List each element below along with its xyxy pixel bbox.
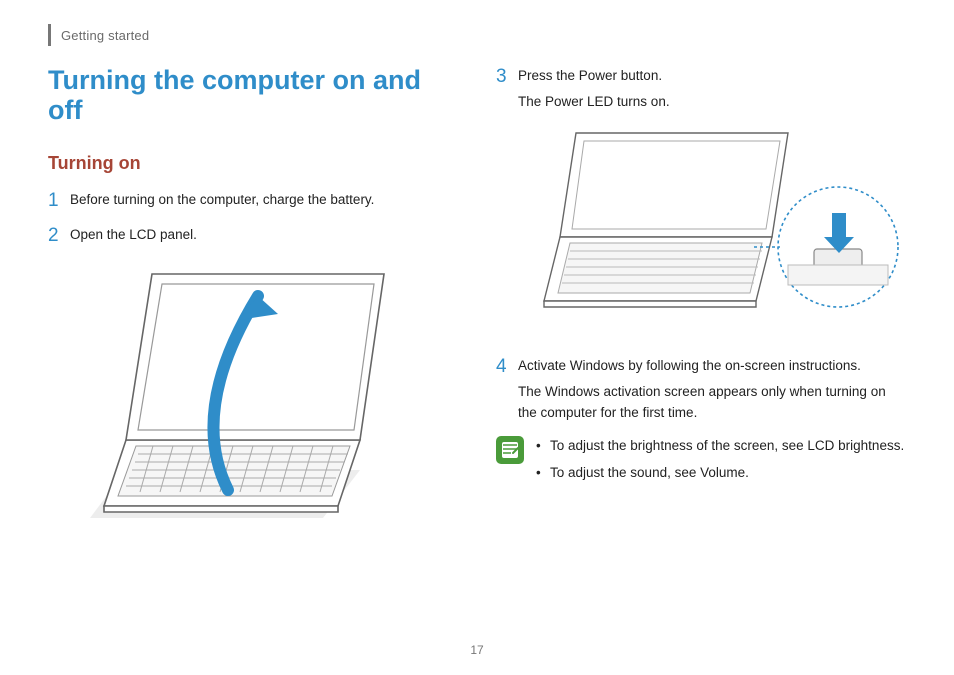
section-label: Getting started — [61, 28, 149, 43]
step-1: 1 Before turning on the computer, charge… — [48, 190, 456, 213]
step-body: Press the Power button. The Power LED tu… — [518, 66, 670, 113]
step-2: 2 Open the LCD panel. — [48, 225, 456, 248]
step-body: Activate Windows by following the on-scr… — [518, 356, 906, 424]
step-4: 4 Activate Windows by following the on-s… — [496, 356, 906, 424]
step-number: 3 — [496, 66, 518, 89]
figure-open-lid — [78, 260, 456, 525]
step-text: Press the Power button. — [518, 66, 670, 86]
note-list: To adjust the brightness of the screen, … — [536, 436, 904, 490]
figure-power-button — [516, 127, 906, 332]
step-number: 1 — [48, 190, 70, 213]
manual-page: Getting started Turning the computer on … — [0, 0, 954, 675]
step-3: 3 Press the Power button. The Power LED … — [496, 66, 906, 113]
step-text: Activate Windows by following the on-scr… — [518, 356, 906, 376]
page-number: 17 — [0, 643, 954, 657]
step-number: 4 — [496, 356, 518, 379]
note-block: To adjust the brightness of the screen, … — [496, 436, 906, 490]
page-title: Turning the computer on and off — [48, 66, 456, 125]
step-number: 2 — [48, 225, 70, 248]
step-text: Before turning on the computer, charge t… — [70, 190, 374, 210]
step-extra-text: The Windows activation screen appears on… — [518, 382, 906, 424]
step-text: Open the LCD panel. — [70, 225, 197, 245]
laptop-open-lid-illustration — [78, 260, 408, 520]
two-column-layout: Turning the computer on and off Turning … — [48, 66, 906, 535]
laptop-power-button-illustration — [516, 127, 906, 327]
note-item: To adjust the brightness of the screen, … — [536, 436, 904, 457]
step-extra-text: The Power LED turns on. — [518, 92, 670, 113]
section-header: Getting started — [48, 22, 906, 48]
note-icon — [496, 436, 524, 464]
left-column: Turning the computer on and off Turning … — [48, 66, 456, 535]
section-bar — [48, 24, 51, 46]
sub-heading: Turning on — [48, 153, 456, 174]
right-column: 3 Press the Power button. The Power LED … — [496, 66, 906, 535]
note-item: To adjust the sound, see Volume. — [536, 463, 904, 484]
